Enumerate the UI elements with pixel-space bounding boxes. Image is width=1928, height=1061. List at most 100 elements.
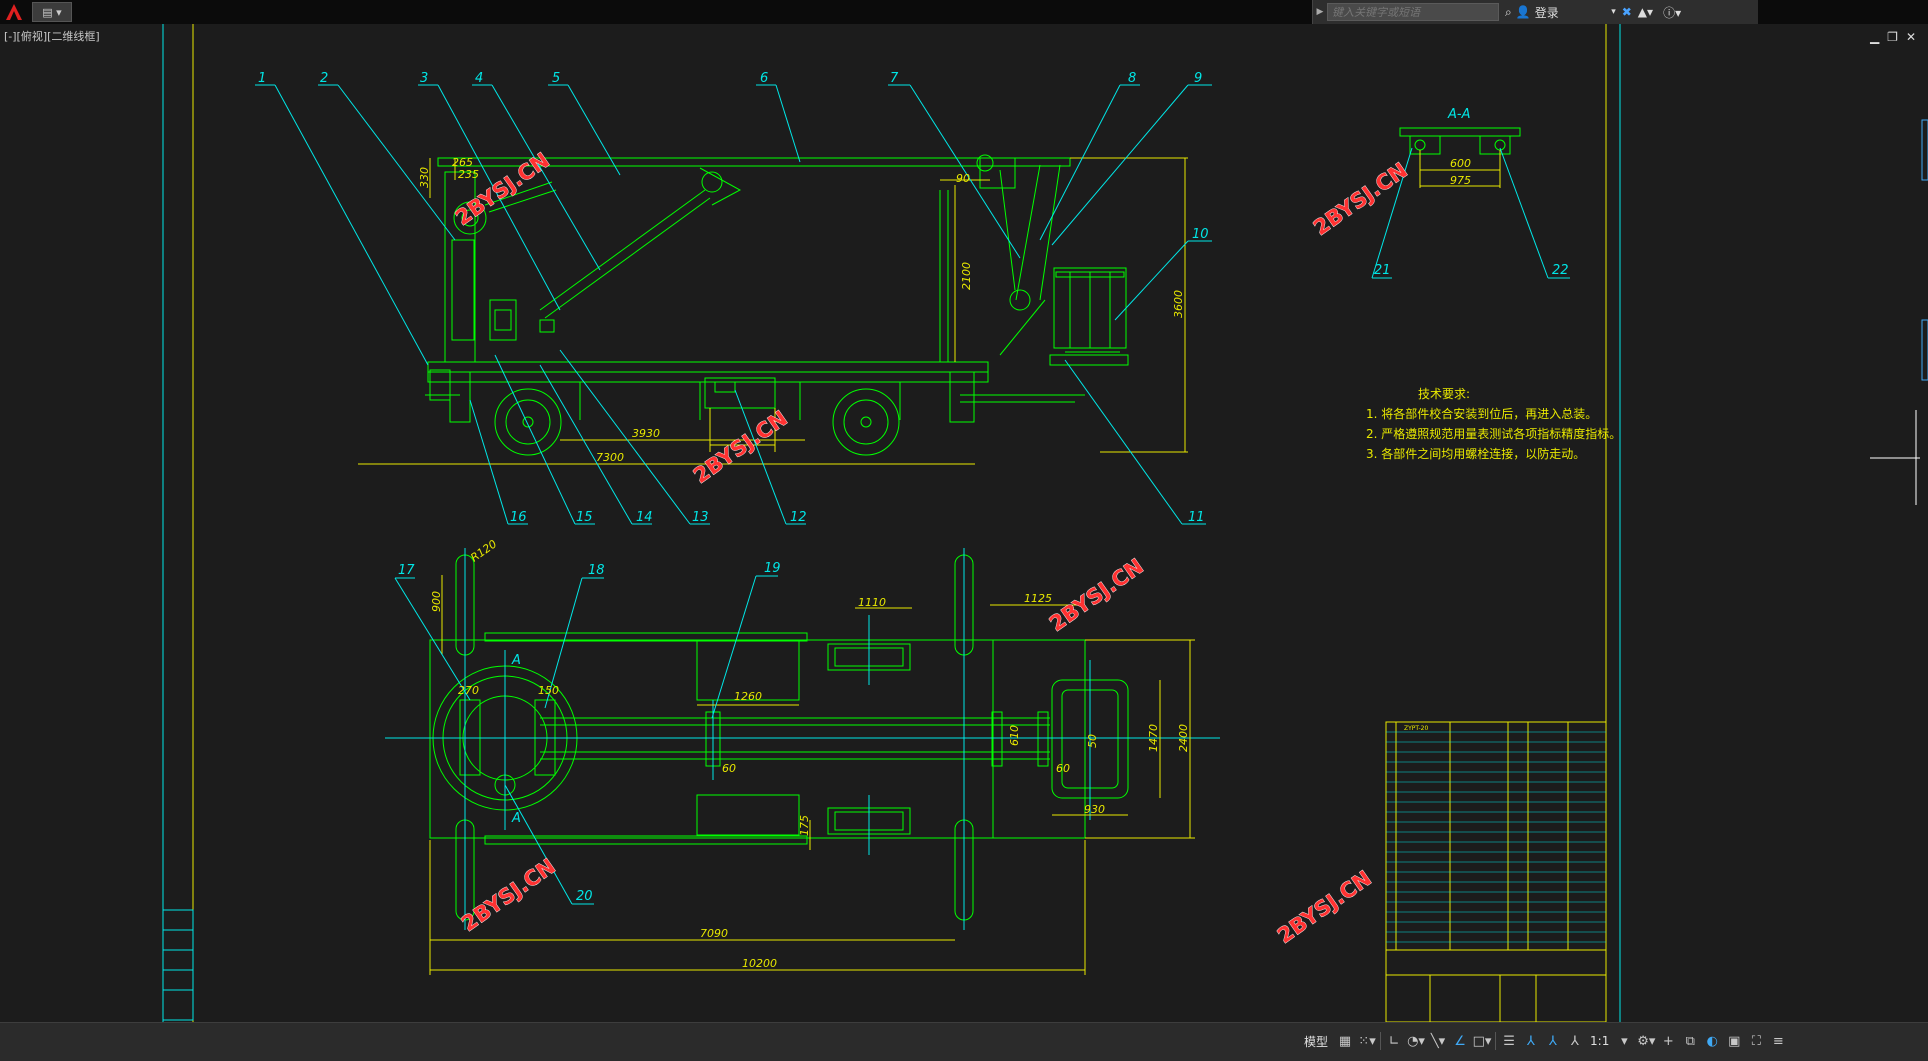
callout-15: 15 [576,510,593,525]
callout-9: 9 [1194,71,1202,86]
dim-930: 930 [1084,803,1105,816]
dim-1125: 1125 [1024,592,1052,605]
dim-330: 330 [418,167,431,188]
chevron-down-icon[interactable]: ▾ [1613,1030,1635,1052]
quick-access-toolbar: ▤ ▾ [0,0,72,24]
dim-60-left: 60 [722,762,736,775]
search-input[interactable] [1327,3,1499,21]
title-bar: ▤ ▾ ▶ ⌕ 👤 登录 ▾ ✖ ▲▾ ⓘ▾ [0,0,1928,24]
autodesk-a360-icon[interactable]: ▲▾ [1638,2,1653,22]
document-icon: ▤ ▾ [42,5,62,19]
clean-screen-icon[interactable]: ⛶ [1745,1030,1767,1052]
callout-13: 13 [692,510,709,525]
notes-line-2: 2. 严格遵照规范用量表测试各项指标精度指标。 [1366,426,1621,441]
divider [1380,1032,1382,1050]
dim-175: 175 [798,815,811,836]
callout-6: 6 [760,71,768,86]
grid-icon[interactable]: ▦ [1334,1030,1356,1052]
dim-610: 610 [1008,725,1021,746]
dim-150: 150 [538,684,559,697]
dim-975: 975 [1450,174,1471,187]
dim-900: 900 [430,591,443,612]
annotation-visibility-icon[interactable]: ⅄ [1520,1030,1542,1052]
isodraft-icon[interactable]: ╲▾ [1427,1030,1449,1052]
status-bar: 模型 ▦ ⁙▾ ∟ ◔▾ ╲▾ ∠ □▾ ☰ ⅄ ⅄ ⅄ 1:1 ▾ ⚙▾ + … [0,1022,1928,1061]
dim-7300: 7300 [596,451,624,464]
bom-part-code: ZYPT-20 [1404,725,1428,732]
callout-21: 21 [1374,263,1391,278]
object-snap-tracking-icon[interactable]: ∠ [1449,1030,1471,1052]
callout-17: 17 [398,563,415,578]
hardware-acceleration-icon[interactable]: ◐ [1701,1030,1723,1052]
dim-2400: 2400 [1177,724,1190,752]
callout-1: 1 [258,71,266,86]
dim-1110: 1110 [858,596,886,609]
notes-title: 技术要求: [1418,387,1470,401]
lineweight-icon[interactable]: ☰ [1498,1030,1520,1052]
callout-19: 19 [764,561,781,576]
dim-7090: 7090 [700,927,728,940]
notes-line-3: 3. 各部件之间均用螺栓连接，以防走动。 [1366,446,1585,461]
callout-4: 4 [475,71,483,86]
watermark-6: 2BYSJ.CN [1273,866,1376,948]
divider [1495,1032,1497,1050]
workspace-menu-button[interactable]: ▤ ▾ [32,2,72,22]
units-icon[interactable]: ⧉ [1679,1030,1701,1052]
callout-3: 3 [420,71,428,86]
polar-tracking-icon[interactable]: ◔▾ [1405,1030,1427,1052]
callout-5: 5 [552,71,560,86]
callout-20: 20 [576,889,593,904]
drawing-canvas[interactable]: 1 2 3 4 5 6 7 8 9 10 11 12 13 14 15 16 1… [0,24,1928,1022]
dim-1470: 1470 [1147,724,1160,752]
customization-menu-icon[interactable]: ≡ [1767,1030,1789,1052]
dim-1260: 1260 [734,690,762,703]
callout-14: 14 [636,510,653,525]
login-button[interactable]: 👤 登录 ▾ [1516,4,1616,21]
section-mark-top: A [511,653,521,668]
dim-600: 600 [1450,157,1471,170]
watermark-4: 2BYSJ.CN [1045,554,1148,636]
watermark-3: 2BYSJ.CN [689,406,792,488]
dim-270: 270 [458,684,479,697]
watermark-5: 2BYSJ.CN [457,854,560,936]
dim-90: 90 [956,172,970,185]
login-label: 登录 [1534,5,1559,20]
help-icon[interactable]: ⓘ▾ [1663,2,1681,22]
snap-icon[interactable]: ⁙▾ [1356,1030,1378,1052]
callout-10: 10 [1192,227,1209,242]
dim-600-top: 50 [1086,734,1099,748]
section-label: A-A [1447,107,1470,122]
callout-7: 7 [890,71,899,86]
gear-icon[interactable]: ⚙▾ [1635,1030,1657,1052]
plus-icon[interactable]: + [1657,1030,1679,1052]
model-tab[interactable]: 模型 [1298,1033,1334,1050]
callout-18: 18 [588,563,605,578]
dim-3600: 3600 [1172,290,1185,318]
isolate-objects-icon[interactable]: ▣ [1723,1030,1745,1052]
callout-8: 8 [1128,71,1136,86]
dim-10200: 10200 [742,957,777,970]
dim-235: 235 [458,168,479,181]
dim-3930: 3930 [632,427,660,440]
autocad-logo-icon[interactable] [0,0,28,24]
info-center-bar: ▶ ⌕ 👤 登录 ▾ ✖ ▲▾ ⓘ▾ [1312,0,1758,24]
exchange-apps-icon[interactable]: ✖ [1622,2,1632,22]
notes-line-1: 1. 将各部件校合安装到位后，再进入总装。 [1366,406,1597,421]
dim-60-right: 60 [1056,762,1070,775]
callout-11: 11 [1188,510,1205,525]
section-mark-bottom: A [511,811,521,826]
object-snap-icon[interactable]: □▾ [1471,1030,1493,1052]
binoculars-icon[interactable]: ⌕ [1505,2,1512,22]
dim-r120: R120 [468,537,499,564]
scale-selector[interactable]: 1:1 [1586,1034,1613,1048]
callout-12: 12 [790,510,807,525]
annotation-scale-icon[interactable]: ⅄ [1564,1030,1586,1052]
ortho-icon[interactable]: ∟ [1383,1030,1405,1052]
expand-arrow-icon[interactable]: ▶ [1313,0,1327,24]
callout-2: 2 [320,71,328,86]
auto-scale-icon[interactable]: ⅄ [1542,1030,1564,1052]
callout-22: 22 [1552,263,1569,278]
user-icon: 👤 [1515,5,1531,19]
chevron-down-icon: ▾ [1611,7,1616,17]
callout-16: 16 [510,510,527,525]
